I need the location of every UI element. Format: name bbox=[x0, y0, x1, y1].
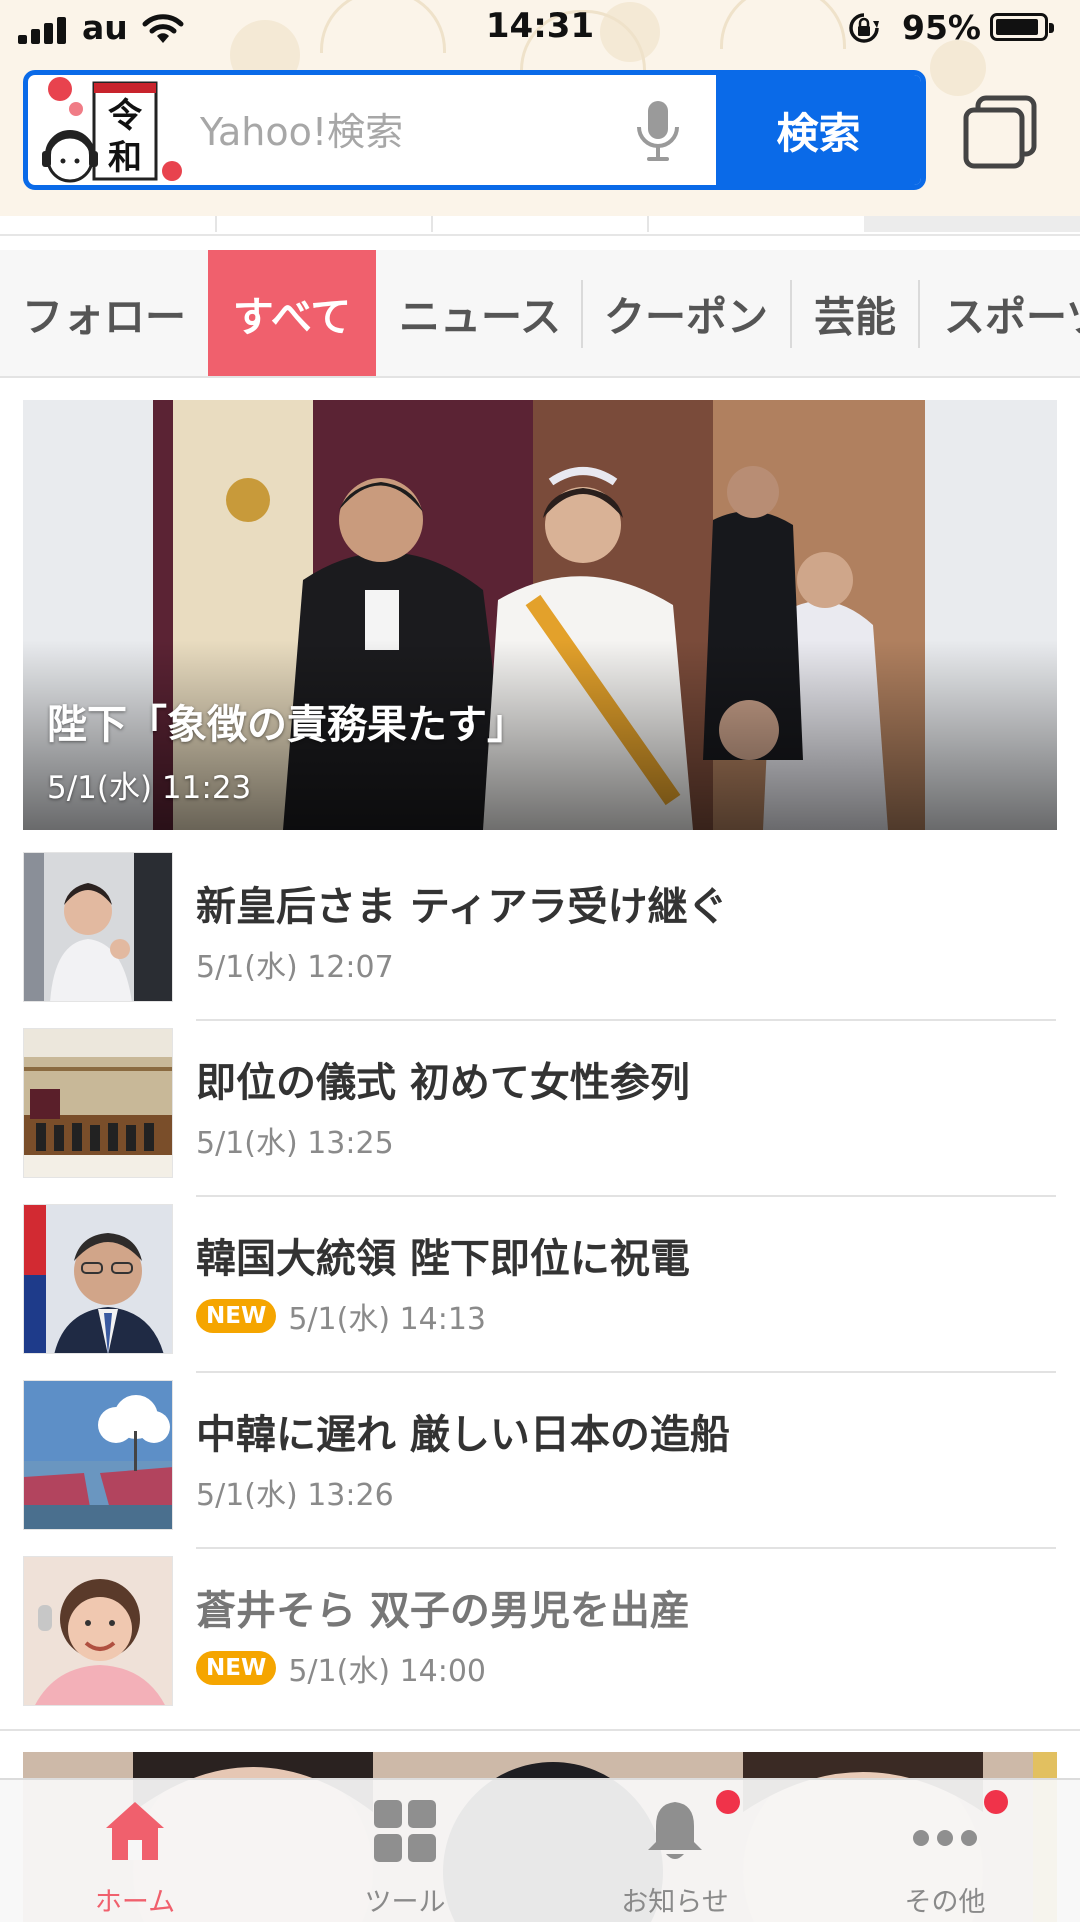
nav-home[interactable]: ホーム bbox=[0, 1780, 270, 1922]
list-divider bbox=[196, 1371, 1056, 1373]
news-meta: 5/1(水) 12:07 bbox=[196, 942, 394, 986]
list-bottom-divider bbox=[0, 1729, 1080, 1731]
list-divider bbox=[196, 1195, 1056, 1197]
news-date: 5/1(水) 14:00 bbox=[288, 1654, 487, 1689]
mascot-text-top: 令 bbox=[108, 96, 143, 136]
tab-follow[interactable]: フォロー bbox=[0, 250, 208, 376]
bell-icon bbox=[648, 1802, 702, 1859]
reiwa-mascot-logo[interactable]: 令 和 bbox=[36, 75, 196, 187]
tab-coupon[interactable]: クーポン bbox=[583, 250, 789, 376]
rotation-lock-icon bbox=[849, 13, 879, 43]
news-title: 中韓に遅れ 厳しい日本の造船 bbox=[196, 1412, 730, 1458]
news-meta: NEW 5/1(水) 14:00 bbox=[196, 1646, 486, 1690]
featured-article-title: 陛下「象徴の責務果たす」 bbox=[47, 702, 527, 748]
tab-all[interactable]: すべて bbox=[208, 250, 376, 376]
news-date: 5/1(水) 12:07 bbox=[196, 950, 394, 985]
tools-grid-icon bbox=[374, 1800, 436, 1862]
nav-tools[interactable]: ツール bbox=[270, 1780, 540, 1922]
bottom-navigation: ホーム ツール お知らせ その他 bbox=[0, 1778, 1080, 1922]
browser-tabs-icon[interactable] bbox=[960, 92, 1040, 172]
new-badge: NEW bbox=[196, 1651, 277, 1685]
news-list-item[interactable]: 新皇后さま ティアラ受け継ぐ 5/1(水) 12:07 bbox=[0, 850, 1080, 1025]
list-divider bbox=[196, 1019, 1056, 1021]
news-list-item[interactable]: 韓国大統領 陛下即位に祝電 NEW 5/1(水) 14:13 bbox=[0, 1202, 1080, 1377]
news-thumbnail bbox=[23, 1380, 173, 1530]
news-thumbnail bbox=[23, 1028, 173, 1178]
news-thumbnail bbox=[23, 1556, 173, 1706]
new-badge: NEW bbox=[196, 1299, 277, 1333]
nav-more-label: その他 bbox=[904, 1887, 986, 1918]
nav-tools-label: ツール bbox=[364, 1887, 446, 1918]
news-meta: 5/1(水) 13:26 bbox=[196, 1470, 394, 1514]
nav-home-label: ホーム bbox=[94, 1887, 176, 1918]
news-date: 5/1(水) 14:13 bbox=[288, 1302, 487, 1337]
news-title: 蒼井そら 双子の男児を出産 bbox=[196, 1588, 690, 1634]
news-title: 新皇后さま ティアラ受け継ぐ bbox=[196, 884, 728, 930]
tab-entertainment[interactable]: 芸能 bbox=[792, 250, 918, 376]
battery-icon bbox=[990, 13, 1054, 41]
status-bar: au 14:31 95% bbox=[0, 0, 1080, 58]
search-bar: 令 和 検索 bbox=[23, 70, 926, 190]
more-dots-icon bbox=[913, 1830, 977, 1846]
notification-dot bbox=[984, 1790, 1008, 1814]
microphone-icon[interactable] bbox=[633, 99, 683, 165]
tab-sports[interactable]: スポーツ bbox=[920, 250, 1080, 376]
battery-percent: 95% bbox=[902, 8, 981, 47]
notification-dot bbox=[716, 1790, 740, 1814]
nav-notifications-label: お知らせ bbox=[621, 1887, 729, 1918]
news-list-item[interactable]: 即位の儀式 初めて女性参列 5/1(水) 13:25 bbox=[0, 1026, 1080, 1201]
featured-article[interactable]: 陛下「象徴の責務果たす」 5/1(水) 11:23 bbox=[23, 400, 1057, 830]
tab-news[interactable]: ニュース bbox=[380, 250, 580, 376]
news-title: 即位の儀式 初めて女性参列 bbox=[196, 1060, 690, 1106]
featured-article-date: 5/1(水) 11:23 bbox=[47, 770, 252, 806]
category-tab-bar: フォロー すべて ニュース クーポン 芸能 スポーツ bbox=[0, 250, 1080, 378]
list-divider bbox=[196, 1547, 1056, 1549]
mascot-text-bottom: 和 bbox=[108, 138, 142, 178]
nav-notifications[interactable]: お知らせ bbox=[540, 1780, 810, 1922]
news-date: 5/1(水) 13:25 bbox=[196, 1126, 394, 1161]
news-date: 5/1(水) 13:26 bbox=[196, 1478, 394, 1513]
nav-more[interactable]: その他 bbox=[810, 1780, 1080, 1922]
search-button[interactable]: 検索 bbox=[716, 75, 921, 185]
news-thumbnail bbox=[23, 1204, 173, 1354]
news-thumbnail bbox=[23, 852, 173, 1002]
news-title: 韓国大統領 陛下即位に祝電 bbox=[196, 1236, 690, 1282]
home-icon bbox=[106, 1802, 164, 1860]
news-list-item[interactable]: 中韓に遅れ 厳しい日本の造船 5/1(水) 13:26 bbox=[0, 1378, 1080, 1553]
search-input[interactable] bbox=[198, 93, 632, 171]
page-indicator-strip bbox=[0, 216, 1080, 236]
news-meta: 5/1(水) 13:25 bbox=[196, 1118, 394, 1162]
news-list-item[interactable]: 蒼井そら 双子の男児を出産 NEW 5/1(水) 14:00 bbox=[0, 1554, 1080, 1729]
news-meta: NEW 5/1(水) 14:13 bbox=[196, 1294, 486, 1338]
